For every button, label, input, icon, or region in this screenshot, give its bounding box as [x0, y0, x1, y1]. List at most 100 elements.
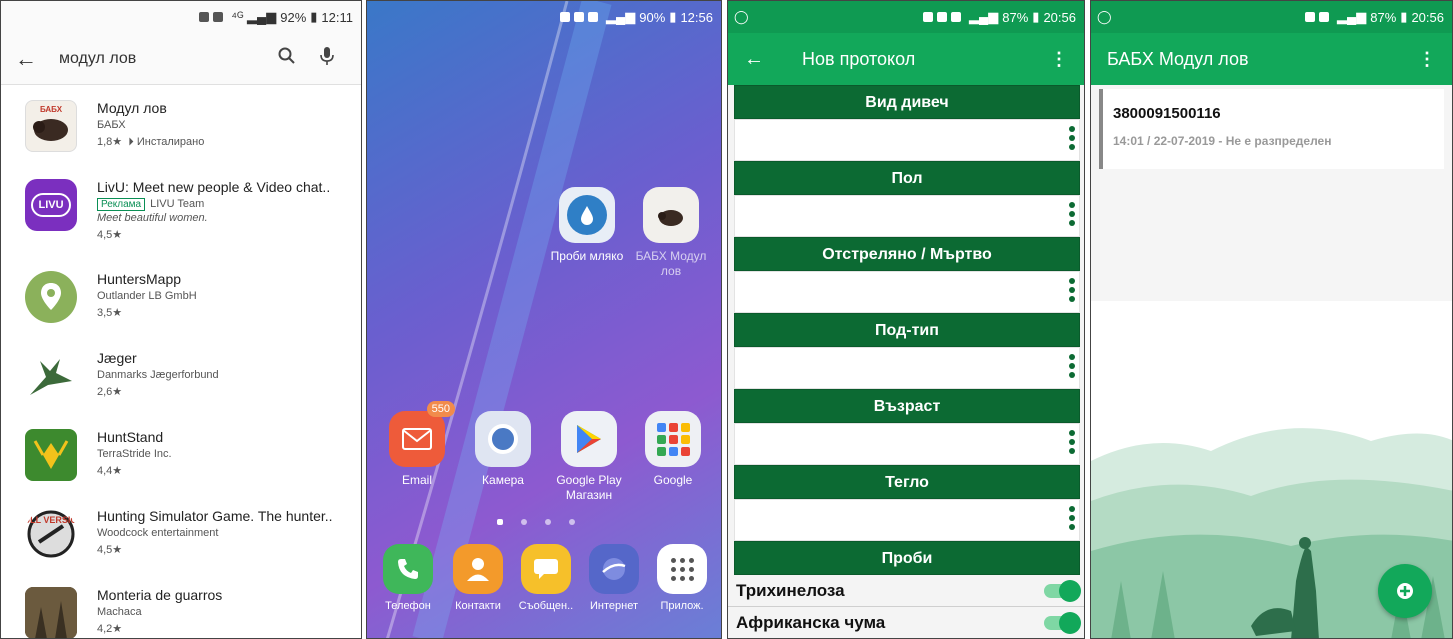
overflow-menu-icon[interactable]: ⋮: [1418, 49, 1436, 70]
app-developer: TerraStride Inc.: [97, 448, 172, 460]
test-row: Африканска чума: [728, 607, 1084, 638]
internet-app-icon[interactable]: [589, 544, 639, 594]
list-item[interactable]: FULL VERSION Hunting Simulator Game. The…: [1, 498, 361, 577]
play-store-app-label: Google Play Магазин: [556, 473, 622, 502]
trichinella-toggle[interactable]: [1044, 579, 1081, 602]
section-header: Проби: [734, 541, 1080, 575]
probi-app-icon[interactable]: [559, 187, 615, 243]
status-bar: ▂▄▆ 90% ▮ 12:56: [367, 1, 721, 33]
camera-app-icon[interactable]: [475, 411, 531, 467]
field-menu-icon[interactable]: [1069, 430, 1075, 454]
species-field[interactable]: [734, 119, 1080, 161]
play-store-panel: ⁴ᴳ ▂▄▆ 92% ▮ 12:11 ← модул лов БАБХ Моду…: [0, 0, 362, 639]
deer-logo-icon: [25, 429, 77, 481]
test-label: Африканска чума: [736, 612, 886, 632]
list-item[interactable]: Monteria de guarros Machaca 4,2★: [1, 577, 361, 638]
installed-icon: ⏵: [128, 136, 134, 148]
section-header: Под-тип: [734, 313, 1080, 347]
google-folder-label: Google: [653, 473, 693, 487]
list-item[interactable]: Jæger Danmarks Jægerforbund 2,6★: [1, 340, 361, 419]
boar-logo-icon: БАБХ: [25, 100, 77, 152]
microphone-icon[interactable]: [307, 46, 347, 71]
apps-drawer-icon[interactable]: [657, 544, 707, 594]
field-menu-icon[interactable]: [1069, 278, 1075, 302]
google-folder-icon[interactable]: [645, 411, 701, 467]
dock-label: Телефон: [385, 600, 431, 612]
image-icon: [213, 12, 224, 22]
notification-icon: [199, 12, 210, 22]
list-item[interactable]: LIVU LivU: Meet new people & Video chat.…: [1, 169, 361, 261]
protocol-number: 3800091500116: [1113, 105, 1221, 122]
plus-icon: [1397, 583, 1413, 599]
protocol-card[interactable]: 3800091500116 14:01 / 22-07-2019 - Не е …: [1099, 89, 1444, 169]
weight-field[interactable]: [734, 499, 1080, 541]
list-item[interactable]: HuntStand TerraStride Inc. 4,4★: [1, 419, 361, 498]
home-page-dot: [497, 519, 503, 525]
app-rating: 4,5★: [97, 544, 123, 556]
contacts-app-icon[interactable]: [453, 544, 503, 594]
play-store-app-icon[interactable]: [561, 411, 617, 467]
email-app-icon[interactable]: 550: [389, 401, 455, 467]
battery-level: 87%: [1370, 9, 1397, 25]
app-title: Модул лов: [97, 100, 167, 116]
dock-label: Интернет: [590, 600, 638, 612]
probi-app-label: Проби мляко: [550, 249, 624, 263]
add-protocol-button[interactable]: [1378, 564, 1432, 618]
list-item[interactable]: БАБХ Модул лов БАБХ 1,8★ ⏵ Инсталирано: [1, 90, 361, 169]
african-fever-toggle[interactable]: [1044, 611, 1081, 634]
section-header: Вид дивеч: [734, 85, 1080, 119]
location-icon: [574, 12, 585, 22]
signal-icon: ⁴ᴳ ▂▄▆: [231, 9, 277, 24]
hunting-sim-logo-icon: FULL VERSION: [25, 508, 77, 560]
protocol-meta: 14:01 / 22-07-2019 - Не е разпределен: [1113, 134, 1332, 148]
section-header: Отстреляно / Мъртво: [734, 237, 1080, 271]
home-screen-panel: ▂▄▆ 90% ▮ 12:56 Проби мляко БАБХ Модул л…: [366, 0, 722, 639]
search-input[interactable]: модул лов: [59, 50, 267, 68]
protocol-form: Вид дивеч Пол Отстреляно / Мъртво Под-ти…: [728, 85, 1084, 638]
dock-label: Прилож.: [660, 600, 704, 612]
app-rating: 4,2★: [97, 623, 123, 635]
notification-icon: [923, 12, 934, 22]
app-rating: 2,6★: [97, 386, 123, 398]
sex-field[interactable]: [734, 195, 1080, 237]
messages-app-icon[interactable]: [521, 544, 571, 594]
map-pin-logo-icon: [25, 271, 77, 323]
phone-app-icon[interactable]: [383, 544, 433, 594]
babh-app-label: БАБХ Модул лов: [635, 249, 707, 278]
shot-dead-field[interactable]: [734, 271, 1080, 313]
overflow-menu-icon[interactable]: ⋮: [1050, 49, 1068, 70]
app-title: HuntStand: [97, 429, 164, 445]
list-item[interactable]: HuntersMapp Outlander LB GmbH 3,5★: [1, 261, 361, 340]
page-title: БАБХ Модул лов: [1107, 48, 1249, 69]
app-developer: Реклама LIVU Team: [97, 198, 330, 211]
test-label: Трихинелоза: [736, 580, 845, 600]
signal-icon: ▂▄▆: [969, 9, 999, 24]
field-menu-icon[interactable]: [1069, 126, 1075, 150]
subtype-field[interactable]: [734, 347, 1080, 389]
location-icon: [937, 12, 948, 22]
battery-level: 90%: [639, 9, 666, 25]
battery-level: 92%: [280, 9, 307, 25]
field-menu-icon[interactable]: [1069, 202, 1075, 226]
status-bar: ◯ ▂▄▆ 87% ▮ 20:56: [1091, 1, 1452, 33]
field-menu-icon[interactable]: [1069, 506, 1075, 530]
app-developer: Woodcock entertainment: [97, 527, 219, 539]
battery-icon: ▮: [1400, 9, 1408, 24]
email-app-label: Email: [401, 473, 432, 487]
whatsapp-icon: ◯: [734, 9, 749, 24]
app-title: HuntersMapp: [97, 271, 182, 287]
search-bar: ← модул лов: [1, 33, 361, 85]
field-menu-icon[interactable]: [1069, 354, 1075, 378]
babh-app-icon[interactable]: [643, 187, 699, 243]
age-field[interactable]: [734, 423, 1080, 465]
app-developer: Danmarks Jægerforbund: [97, 369, 219, 381]
search-icon[interactable]: [267, 47, 307, 70]
app-title: Monteria de guarros: [97, 587, 223, 603]
duck-logo-icon: [25, 350, 77, 402]
back-arrow-icon[interactable]: ←: [744, 48, 802, 71]
back-arrow-icon[interactable]: ←: [15, 46, 59, 72]
app-title: Hunting Simulator Game. The hunter..: [97, 508, 333, 524]
status-bar: ⁴ᴳ ▂▄▆ 92% ▮ 12:11: [1, 1, 361, 33]
app-developer: БАБХ: [97, 119, 126, 131]
test-row: Трихинелоза: [728, 575, 1084, 607]
